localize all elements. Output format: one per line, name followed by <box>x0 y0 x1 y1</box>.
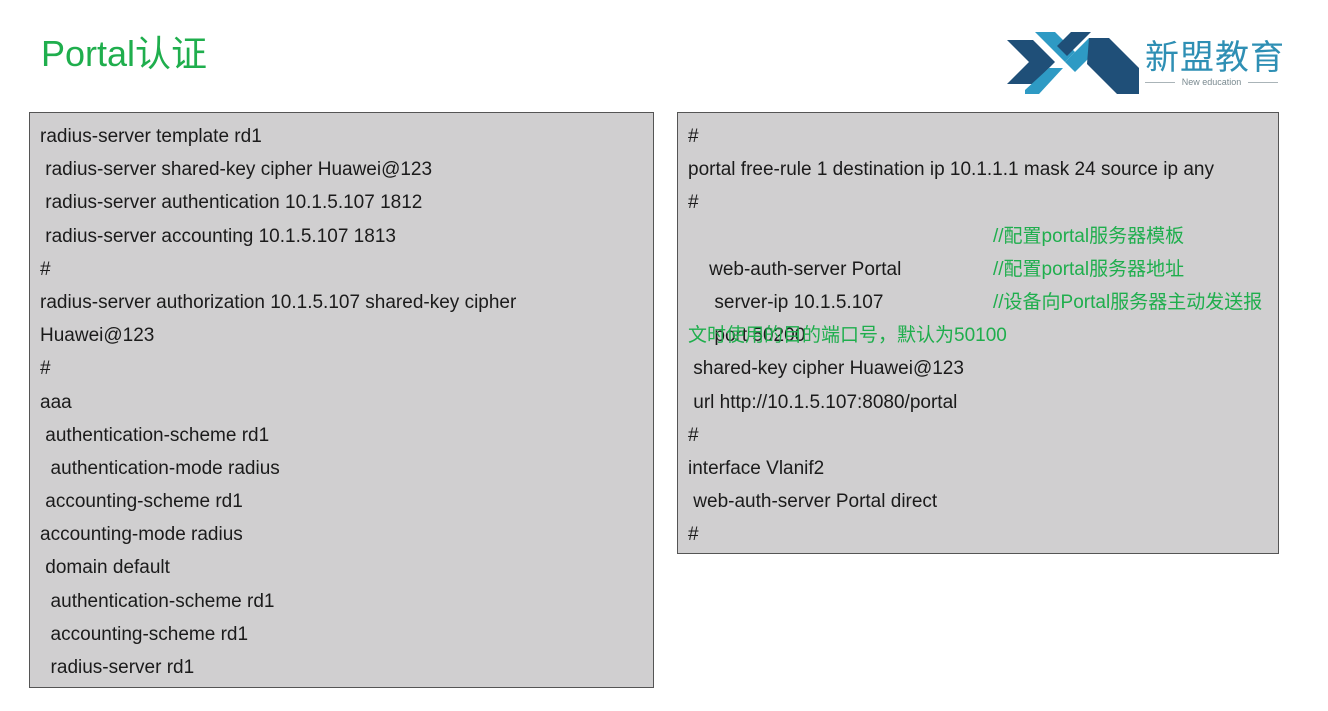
config-line: aaa <box>40 391 72 413</box>
config-line: radius-server rd1 <box>40 657 195 678</box>
config-line: interface Vlanif2 <box>688 457 825 479</box>
config-line: accounting-scheme rd1 <box>40 623 249 645</box>
config-panel-right: # portal free-rule 1 destination ip 10.1… <box>677 112 1279 554</box>
config-line: radius-server authorization 10.1.5.107 s… <box>40 291 517 313</box>
config-line: url http://10.1.5.107:8080/portal <box>688 391 958 413</box>
config-line-with-comment: web-auth-server Portal //配置portal服务器模板 <box>688 220 1278 280</box>
config-line: # <box>688 126 699 147</box>
logo-mark-icon <box>1007 32 1139 94</box>
logo-divider-right <box>1248 82 1278 83</box>
page-title: Portal认证 <box>41 33 208 74</box>
config-line-with-comment: server-ip 10.1.5.107 //配置portal服务器地址 <box>688 253 1278 313</box>
config-comment: //配置portal服务器模板 <box>993 225 1185 247</box>
config-line: radius-server accounting 10.1.5.107 1813 <box>40 225 396 247</box>
config-comment: //设备向Portal服务器主动发送报 <box>993 291 1263 313</box>
config-line: authentication-mode radius <box>40 457 280 479</box>
config-line: web-auth-server Portal direct <box>688 491 938 513</box>
config-line: portal free-rule 1 destination ip 10.1.1… <box>688 159 1214 181</box>
config-line: shared-key cipher Huawei@123 <box>688 358 964 380</box>
config-line: # <box>688 424 699 446</box>
config-line: accounting-scheme rd1 <box>40 491 243 513</box>
config-line: # <box>688 192 699 214</box>
config-line: radius-server template rd1 <box>40 126 262 147</box>
config-line: Huawei@123 <box>40 325 155 347</box>
config-line: # <box>688 524 699 546</box>
config-line: accounting-mode radius <box>40 524 243 546</box>
config-comment: //配置portal服务器地址 <box>993 258 1185 280</box>
config-line: domain default <box>40 557 170 579</box>
config-line: radius-server shared-key cipher Huawei@1… <box>40 159 433 181</box>
config-comment-continuation: 文时使用的目的端口号，默认为50100 <box>688 325 1007 347</box>
config-line: radius-server authentication 10.1.5.107 … <box>40 192 423 214</box>
config-line: # <box>40 358 51 380</box>
logo: 新盟教育 New education <box>1005 28 1295 100</box>
config-line: # <box>40 258 51 280</box>
config-line: authentication-scheme rd1 <box>40 590 275 612</box>
logo-name: 新盟教育 <box>1145 39 1285 77</box>
config-line-with-comment: port 50200 //设备向Portal服务器主动发送报 <box>688 286 1278 346</box>
config-panel-left: radius-server template rd1 radius-server… <box>29 112 654 688</box>
config-line: authentication-scheme rd1 <box>40 424 270 446</box>
